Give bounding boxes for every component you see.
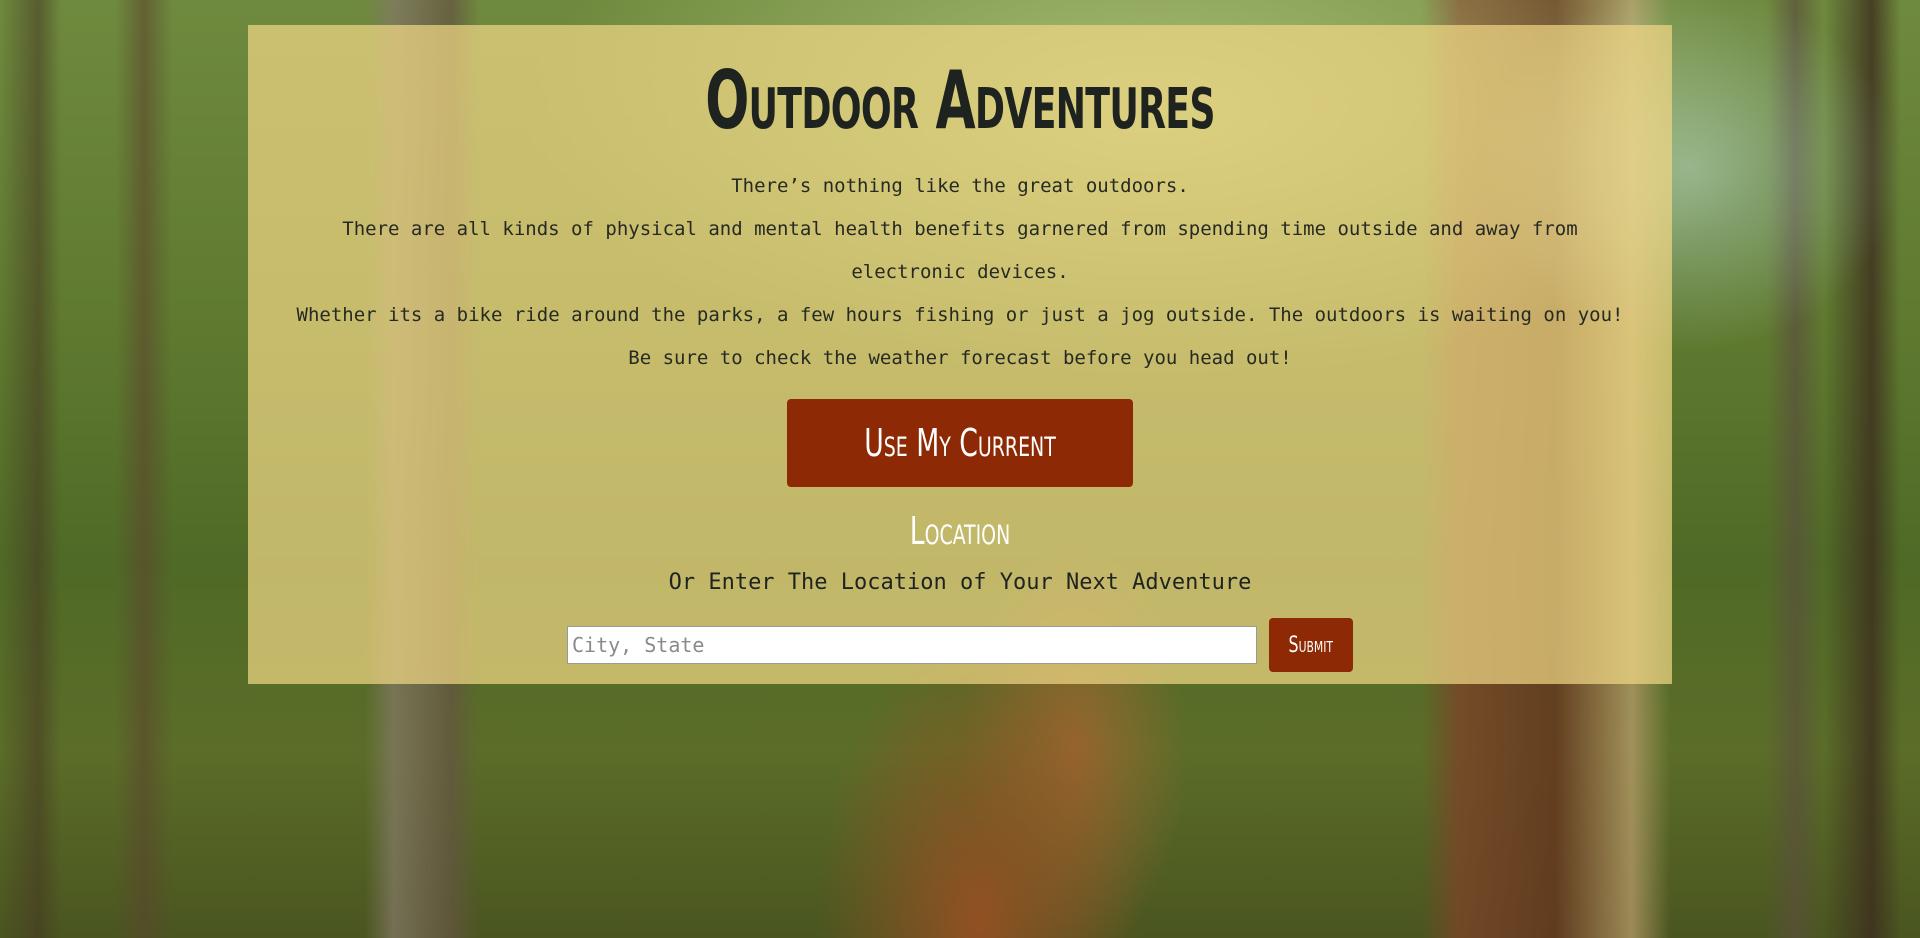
intro-paragraph: There are all kinds of physical and ment… — [342, 218, 1578, 283]
page-body: { "header": { "title": "Outdoor Adventur… — [0, 0, 1920, 938]
location-search-form: Submit — [248, 618, 1672, 672]
intro-paragraph: Be sure to check the weather forecast be… — [628, 347, 1292, 369]
intro-paragraph: There’s nothing like the great outdoors. — [731, 175, 1189, 197]
intro-paragraph: Whether its a bike ride around the parks… — [296, 304, 1624, 326]
use-current-location-label: Use My Current Location — [864, 421, 1056, 553]
submit-button[interactable]: Submit — [1269, 618, 1353, 672]
submit-label: Submit — [1288, 632, 1334, 658]
city-state-input[interactable] — [567, 626, 1257, 664]
page-title: Outdoor Adventures — [705, 54, 1215, 147]
use-current-location-button[interactable]: Use My Current Location — [787, 399, 1133, 553]
intro-text: There’s nothing like the great outdoors.… — [290, 165, 1630, 380]
hero-panel: Outdoor Adventures There’s nothing like … — [248, 25, 1672, 684]
